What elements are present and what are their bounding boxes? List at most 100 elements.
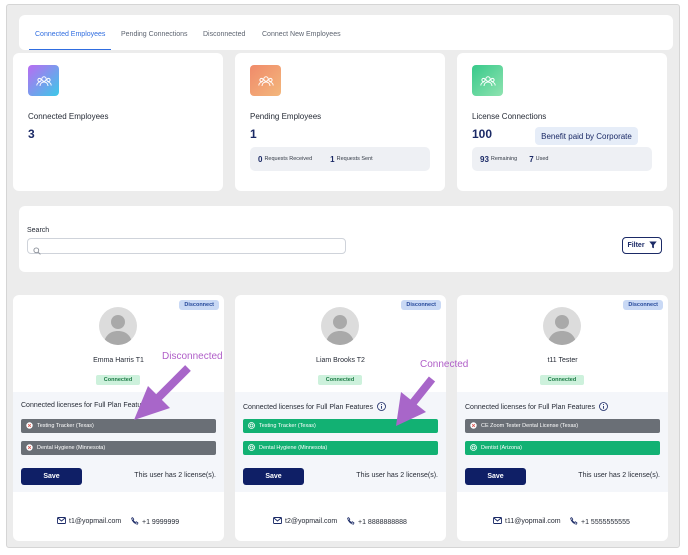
used-label: Used bbox=[535, 156, 549, 162]
tab-disconnected[interactable]: Disconnected bbox=[203, 15, 245, 50]
envelope-icon bbox=[493, 517, 502, 526]
email-text: t2@yopmail.com bbox=[285, 518, 338, 525]
search-panel: Search Filter bbox=[19, 206, 673, 272]
tab-pending-connections[interactable]: Pending Connections bbox=[121, 15, 188, 50]
phone-icon bbox=[131, 517, 139, 527]
pending-employees-card: Pending Employees 1 0 Requests Received … bbox=[235, 53, 445, 191]
email-text: t11@yopmail.com bbox=[505, 518, 561, 525]
employee-phone: +1 8888888888 bbox=[347, 517, 407, 527]
licenses-title-text: Connected licenses for Full Plan Feature… bbox=[465, 404, 595, 411]
requests-received-count: 0 bbox=[258, 154, 263, 164]
people-icon bbox=[250, 65, 281, 96]
disconnect-button[interactable]: Disconnect bbox=[179, 300, 219, 310]
employee-email: t11@yopmail.com bbox=[493, 517, 561, 526]
license-name: Dentist (Arizona) bbox=[481, 445, 522, 451]
licenses-title: Connected licenses for Full Plan Feature… bbox=[465, 402, 608, 413]
license-section: Connected licenses for Full Plan Feature… bbox=[13, 392, 224, 492]
license-count: This user has 2 license(s). bbox=[134, 472, 216, 479]
license-toggle[interactable]: Dental Hygiene (Minnesota) bbox=[243, 441, 438, 455]
avatar bbox=[321, 307, 359, 345]
employee-email: t1@yopmail.com bbox=[57, 517, 121, 526]
licenses-title-text: Connected licenses for Full Plan Feature… bbox=[21, 402, 151, 409]
licenses-title: Connected licenses for Full Plan Feature… bbox=[243, 402, 386, 413]
x-circle-icon bbox=[26, 443, 33, 453]
check-circle-icon bbox=[248, 443, 255, 453]
app-frame: Connected Employees Pending Connections … bbox=[6, 4, 680, 548]
employee-phone: +1 9999999 bbox=[131, 517, 179, 527]
x-circle-icon bbox=[470, 421, 477, 431]
request-summary: 0 Requests Received 1 Requests Sent bbox=[250, 147, 430, 171]
phone-text: +1 5555555555 bbox=[581, 518, 630, 526]
avatar bbox=[99, 307, 137, 345]
employee-email: t2@yopmail.com bbox=[273, 517, 337, 526]
stat-title: Pending Employees bbox=[250, 112, 322, 121]
save-button[interactable]: Save bbox=[243, 468, 304, 485]
employee-name: Liam Brooks T2 bbox=[316, 357, 365, 364]
employee-phone: +1 5555555555 bbox=[570, 517, 630, 527]
license-toggle[interactable]: Testing Tracker (Texas) bbox=[243, 419, 438, 433]
license-usage-summary: 93 Remaining 7 Used bbox=[472, 147, 652, 171]
phone-text: +1 8888888888 bbox=[358, 518, 407, 526]
license-toggle[interactable]: Dental Hygiene (Minnesota) bbox=[21, 441, 216, 455]
search-icon bbox=[33, 242, 41, 260]
phone-text: +1 9999999 bbox=[142, 518, 180, 526]
search-input[interactable] bbox=[46, 240, 336, 252]
status-badge: Connected bbox=[318, 375, 362, 385]
filter-button[interactable]: Filter bbox=[622, 237, 662, 254]
license-toggle[interactable]: Dentist (Arizona) bbox=[465, 441, 660, 455]
funnel-icon bbox=[648, 241, 657, 251]
used-count: 7 bbox=[529, 154, 534, 164]
requests-sent-count: 1 bbox=[330, 154, 335, 164]
remaining-label: Remaining bbox=[490, 156, 518, 162]
requests-sent-label: Requests Sent bbox=[336, 156, 373, 162]
save-button[interactable]: Save bbox=[21, 468, 82, 485]
employee-name: t11 Tester bbox=[547, 357, 578, 364]
check-circle-icon bbox=[248, 421, 255, 431]
email-text: t1@yopmail.com bbox=[69, 518, 122, 525]
license-name: Dental Hygiene (Minnesota) bbox=[37, 445, 106, 451]
search-box[interactable] bbox=[27, 238, 346, 255]
tab-connected-employees[interactable]: Connected Employees bbox=[29, 15, 112, 50]
stat-value: 100 bbox=[472, 127, 493, 141]
license-toggle[interactable]: CE Zoom Tester Dental License (Texas) bbox=[465, 419, 660, 433]
filter-label: Filter bbox=[627, 242, 645, 249]
connected-employees-card: Connected Employees 3 bbox=[13, 53, 223, 191]
license-section: Connected licenses for Full Plan Feature… bbox=[457, 392, 668, 492]
benefit-badge: Benefit paid by Corporate bbox=[535, 127, 638, 145]
stat-title: Connected Employees bbox=[28, 112, 109, 121]
requests-received-label: Requests Received bbox=[264, 156, 313, 162]
phone-icon bbox=[347, 517, 355, 527]
license-connections-card: License Connections 100 Benefit paid by … bbox=[457, 53, 667, 191]
licenses-title-text: Connected licenses for Full Plan Feature… bbox=[243, 404, 373, 411]
envelope-icon bbox=[57, 517, 66, 526]
x-circle-icon bbox=[26, 421, 33, 431]
annotation-disconnected: Disconnected bbox=[162, 351, 223, 362]
remaining-count: 93 bbox=[480, 154, 489, 164]
employee-card: Disconnect t11 Tester Connected Connecte… bbox=[457, 295, 668, 541]
status-badge: Connected bbox=[96, 375, 140, 385]
license-name: Dental Hygiene (Minnesota) bbox=[259, 445, 328, 451]
license-name: CE Zoom Tester Dental License (Texas) bbox=[481, 423, 579, 429]
info-icon[interactable] bbox=[599, 402, 608, 413]
people-icon bbox=[28, 65, 59, 96]
stat-title: License Connections bbox=[472, 112, 547, 121]
search-label: Search bbox=[27, 227, 50, 234]
license-toggle[interactable]: Testing Tracker (Texas) bbox=[21, 419, 216, 433]
save-button[interactable]: Save bbox=[465, 468, 526, 485]
people-icon bbox=[472, 65, 503, 96]
tabs-bar: Connected Employees Pending Connections … bbox=[19, 15, 673, 50]
status-badge: Connected bbox=[540, 375, 584, 385]
info-icon[interactable] bbox=[377, 402, 386, 413]
avatar bbox=[543, 307, 581, 345]
license-count: This user has 2 license(s). bbox=[578, 472, 660, 479]
employee-card: Disconnect Liam Brooks T2 Connected Conn… bbox=[235, 295, 446, 541]
tab-connect-new-employees[interactable]: Connect New Employees bbox=[262, 15, 341, 50]
disconnect-button[interactable]: Disconnect bbox=[401, 300, 441, 310]
license-section: Connected licenses for Full Plan Feature… bbox=[235, 392, 446, 492]
check-circle-icon bbox=[470, 443, 477, 453]
licenses-title: Connected licenses for Full Plan Feature… bbox=[21, 402, 151, 409]
disconnect-button[interactable]: Disconnect bbox=[623, 300, 663, 310]
license-name: Testing Tracker (Texas) bbox=[259, 423, 316, 429]
employee-card: Disconnect Emma Harris T1 Connected Conn… bbox=[13, 295, 224, 541]
annotation-connected: Connected bbox=[420, 359, 469, 370]
